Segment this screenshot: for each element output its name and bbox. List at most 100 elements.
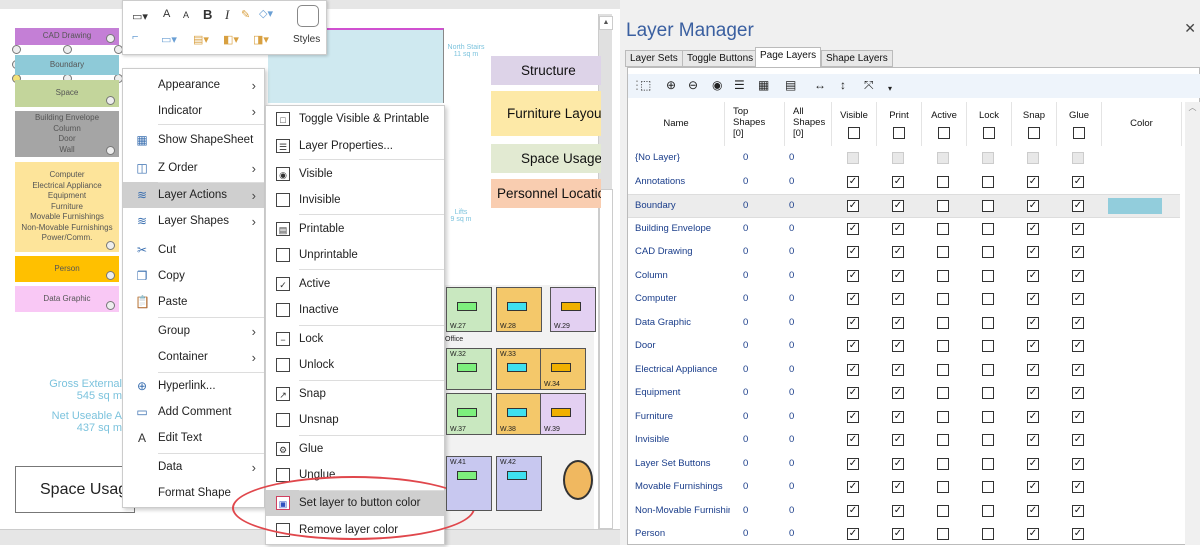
- room[interactable]: W.27: [446, 287, 492, 332]
- menu-item-show-shapesheet[interactable]: ▦ Show ShapeSheet: [123, 127, 264, 153]
- legend-boundary[interactable]: Boundary: [15, 55, 119, 75]
- snap-checkbox[interactable]: ✓: [1027, 293, 1039, 305]
- menu-item-layer-properties[interactable]: ☰ Layer Properties...: [266, 133, 444, 159]
- menu-item-layer-actions[interactable]: ≋ Layer Actions ›: [123, 182, 264, 208]
- print-checkbox[interactable]: ✓: [892, 528, 904, 540]
- snap-checkbox[interactable]: ✓: [1027, 504, 1039, 517]
- active-checkbox[interactable]: [937, 481, 949, 493]
- layer-row[interactable]: Computer 0 0 ✓ ✓ ✓ ✓: [628, 288, 1180, 312]
- room[interactable]: W.29: [550, 287, 596, 332]
- lock-checkbox[interactable]: [982, 387, 994, 399]
- visible-checkbox[interactable]: ✓: [847, 293, 859, 305]
- visible-checkbox[interactable]: ✓: [847, 200, 859, 212]
- selection-handle[interactable]: [12, 45, 21, 54]
- print-checkbox[interactable]: ✓: [892, 340, 904, 352]
- menu-item-container[interactable]: Container ›: [123, 344, 264, 370]
- menu-item-printable[interactable]: ▤ Printable: [266, 216, 444, 242]
- layer-color-swatch[interactable]: [1108, 198, 1162, 214]
- print-checkbox[interactable]: ✓: [892, 387, 904, 399]
- layer-row[interactable]: Layer Set Buttons 0 0 ✓ ✓ ✓ ✓: [628, 453, 1180, 477]
- glue-checkbox[interactable]: ✓: [1072, 528, 1084, 540]
- lock-checkbox[interactable]: [982, 434, 994, 446]
- visibility-icon[interactable]: ◉: [712, 78, 722, 92]
- layer-row[interactable]: {No Layer} 0 0: [628, 147, 1180, 171]
- column-header-active[interactable]: Active: [922, 102, 967, 146]
- snap-checkbox[interactable]: ✓: [1027, 387, 1039, 399]
- layer-set-button[interactable]: Space Usage: [491, 144, 601, 173]
- refresh-layers-icon[interactable]: ▤: [785, 78, 796, 92]
- snap-checkbox[interactable]: ✓: [1027, 410, 1039, 423]
- lock-checkbox[interactable]: [982, 222, 994, 235]
- visible-checkbox[interactable]: ✓: [847, 340, 859, 352]
- snap-checkbox[interactable]: ✓: [1027, 528, 1039, 540]
- layer-row[interactable]: Furniture 0 0 ✓ ✓ ✓ ✓: [628, 406, 1180, 430]
- menu-item-group[interactable]: Group ›: [123, 318, 264, 344]
- control-handle[interactable]: [106, 271, 115, 280]
- lock-checkbox[interactable]: [982, 200, 994, 212]
- visible-checkbox[interactable]: ✓: [847, 269, 859, 282]
- snap-checkbox[interactable]: ✓: [1027, 363, 1039, 376]
- print-checkbox[interactable]: ✓: [892, 316, 904, 329]
- styles-icon[interactable]: [297, 5, 319, 27]
- italic-icon[interactable]: I: [225, 7, 229, 23]
- send-backward-icon[interactable]: ◨▾: [253, 33, 269, 46]
- lock-checkbox[interactable]: [982, 316, 994, 329]
- tab-toggle-buttons[interactable]: Toggle Buttons: [682, 50, 759, 67]
- print-checkbox[interactable]: ✓: [892, 457, 904, 470]
- layer-row[interactable]: Invisible 0 0 ✓ ✓ ✓ ✓: [628, 429, 1180, 453]
- menu-item-hyperlink[interactable]: ⊕ Hyperlink...: [123, 373, 264, 399]
- snap-checkbox[interactable]: ✓: [1027, 222, 1039, 235]
- layer-settings-icon[interactable]: ▦: [758, 78, 769, 92]
- layer-row[interactable]: Person 0 0 ✓ ✓ ✓ ✓: [628, 523, 1180, 547]
- move-up-icon[interactable]: ⊕: [666, 78, 676, 92]
- visible-checkbox[interactable]: ✓: [847, 457, 859, 470]
- room[interactable]: W.34: [540, 348, 586, 390]
- menu-item-cut[interactable]: ✂ Cut: [123, 237, 264, 263]
- active-checkbox[interactable]: [937, 410, 949, 423]
- snap-checkbox[interactable]: ✓: [1027, 269, 1039, 282]
- glue-checkbox[interactable]: [1072, 152, 1084, 164]
- lock-checkbox[interactable]: [982, 504, 994, 517]
- visible-checkbox[interactable]: ✓: [847, 504, 859, 517]
- glue-checkbox[interactable]: ✓: [1072, 293, 1084, 305]
- column-header-color[interactable]: Color: [1102, 102, 1182, 146]
- header-checkbox-glue[interactable]: [1073, 127, 1085, 139]
- font-shrink-icon[interactable]: A: [183, 10, 189, 20]
- menu-item-active[interactable]: ✓ Active: [266, 271, 444, 297]
- snap-checkbox[interactable]: ✓: [1027, 340, 1039, 352]
- menu-item-lock[interactable]: − Lock: [266, 326, 444, 352]
- lock-checkbox[interactable]: [982, 528, 994, 540]
- text-box-icon[interactable]: ▭▾: [132, 10, 148, 23]
- snap-checkbox[interactable]: ✓: [1027, 481, 1039, 493]
- room[interactable]: W.42: [496, 456, 542, 511]
- print-checkbox[interactable]: [892, 152, 904, 164]
- connector-icon[interactable]: ⌐: [132, 31, 138, 43]
- snap-checkbox[interactable]: ✓: [1027, 434, 1039, 446]
- menu-item-toggle-visible-printable[interactable]: □ Toggle Visible & Printable: [266, 106, 444, 132]
- legend-building-envelope[interactable]: Building Envelope Column Door Wall: [15, 111, 119, 157]
- active-checkbox[interactable]: [937, 175, 949, 188]
- menu-item-add-comment[interactable]: ▭ Add Comment: [123, 399, 264, 425]
- move-down-icon[interactable]: ⊖: [688, 78, 698, 92]
- column-header-name[interactable]: Name: [628, 102, 725, 146]
- visible-checkbox[interactable]: ✓: [847, 434, 859, 446]
- print-checkbox[interactable]: ✓: [892, 293, 904, 305]
- active-checkbox[interactable]: [937, 504, 949, 517]
- styles-label[interactable]: Styles: [293, 34, 320, 45]
- legend-space[interactable]: Space: [15, 80, 119, 107]
- print-checkbox[interactable]: ✓: [892, 410, 904, 423]
- lock-checkbox[interactable]: [982, 340, 994, 352]
- snap-checkbox[interactable]: ✓: [1027, 316, 1039, 329]
- active-checkbox[interactable]: [937, 363, 949, 376]
- format-painter-icon[interactable]: ✎: [241, 8, 250, 21]
- print-checkbox[interactable]: ✓: [892, 222, 904, 235]
- visible-checkbox[interactable]: ✓: [847, 246, 859, 258]
- visible-checkbox[interactable]: ✓: [847, 222, 859, 235]
- lock-checkbox[interactable]: [982, 363, 994, 376]
- menu-item-appearance[interactable]: Appearance ›: [123, 72, 264, 98]
- glue-checkbox[interactable]: ✓: [1072, 363, 1084, 376]
- menu-item-unsnap[interactable]: Unsnap: [266, 407, 444, 433]
- visible-checkbox[interactable]: ✓: [847, 410, 859, 423]
- layer-row[interactable]: Boundary 0 0 ✓ ✓ ✓ ✓: [628, 194, 1180, 218]
- glue-checkbox[interactable]: ✓: [1072, 434, 1084, 446]
